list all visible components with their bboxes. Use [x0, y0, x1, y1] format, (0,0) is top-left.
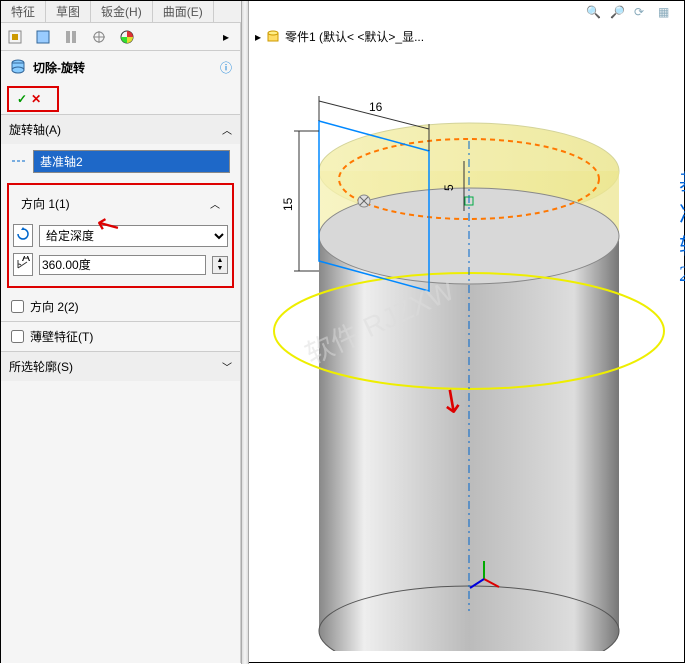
section-title-axis: 旋转轴(A)	[9, 121, 61, 138]
feature-header: 切除-旋转 ⓘ	[1, 51, 240, 84]
direction2-label: 方向 2(2)	[30, 298, 79, 315]
section-title-contour: 所选轮廓(S)	[9, 358, 73, 375]
panel-divider[interactable]	[241, 1, 249, 664]
angle-icon: A1	[13, 253, 33, 276]
part-icon	[265, 27, 281, 46]
tab-feature-tree-icon[interactable]	[5, 27, 25, 47]
section-header-axis[interactable]: 旋转轴(A) ︿	[1, 115, 240, 144]
expand-arrow-icon[interactable]: ▸	[216, 27, 236, 47]
dim-side: 15	[281, 197, 295, 211]
part-name: 零件1 (默认< <默认>_显...	[285, 28, 424, 45]
direction-type-select[interactable]: 给定深度	[39, 225, 228, 247]
section-contour: 所选轮廓(S) ﹀	[1, 351, 240, 381]
zoom-window-icon[interactable]: 🔎	[610, 5, 628, 23]
model-rendering: 16 15 5	[259, 71, 679, 651]
confirm-cancel-annotation: ✓ ✕	[7, 86, 59, 112]
cut-revolve-icon	[9, 57, 27, 78]
tab-feature[interactable]: 特征	[1, 1, 46, 22]
section-view-icon[interactable]: ▦	[658, 5, 676, 23]
graphics-viewport[interactable]: 🔍 🔎 ⟳ ▦ ▸ 零件1 (默认< <默认>_显...	[249, 1, 684, 662]
feature-tree-flyout[interactable]: ▸ 零件1 (默认< <默认>_显...	[255, 27, 424, 46]
axis-callout-label: 基准轴2	[679, 165, 685, 287]
section-header-contour[interactable]: 所选轮廓(S) ﹀	[1, 352, 240, 381]
thin-feature-checkbox[interactable]	[11, 330, 24, 343]
tab-surface[interactable]: 曲面(E)	[153, 1, 214, 22]
chevron-down-icon: ﹀	[222, 359, 232, 374]
zoom-fit-icon[interactable]: 🔍	[586, 5, 604, 23]
spinner-down-button[interactable]: ▼	[213, 265, 227, 273]
rotate-view-icon[interactable]: ⟳	[634, 5, 652, 23]
section-rotation-axis: 旋转轴(A) ︿ 基准轴2	[1, 114, 240, 179]
property-panel: ▸ 切除-旋转 ⓘ ✓ ✕ 旋转轴(A) ︿ 基准轴2 ↖ 方向 1(1) ︿	[1, 23, 241, 663]
direction2-row: 方向 2(2)	[1, 292, 240, 321]
help-icon[interactable]: ⓘ	[220, 59, 232, 76]
section-title-dir1: 方向 1(1)	[21, 195, 70, 212]
ribbon-tabs: 特征 草图 钣金(H) 曲面(E)	[1, 1, 241, 23]
angle-spinner: ▲ ▼	[212, 256, 228, 274]
rotation-axis-input[interactable]: 基准轴2	[33, 150, 230, 173]
chevron-up-icon: ︿	[222, 122, 232, 137]
dim-small: 5	[442, 184, 456, 191]
expand-tree-icon[interactable]: ▸	[255, 30, 261, 44]
panel-tab-toolbar: ▸	[1, 23, 240, 51]
tab-sheetmetal[interactable]: 钣金(H)	[91, 1, 153, 22]
tab-dimxpert-icon[interactable]	[89, 27, 109, 47]
spinner-up-button[interactable]: ▲	[213, 257, 227, 265]
tab-config-icon[interactable]	[61, 27, 81, 47]
direction2-checkbox[interactable]	[11, 300, 24, 313]
tab-appearance-icon[interactable]	[117, 27, 137, 47]
angle-input[interactable]	[39, 255, 206, 275]
section-header-dir1[interactable]: 方向 1(1) ︿	[13, 189, 228, 218]
cancel-button[interactable]: ✕	[31, 92, 41, 106]
axis-line-icon	[11, 155, 27, 169]
thin-feature-row: 薄壁特征(T)	[1, 321, 240, 351]
viewport-toolbar: 🔍 🔎 ⟳ ▦	[586, 5, 676, 23]
tab-sketch[interactable]: 草图	[46, 1, 91, 22]
svg-text:A1: A1	[22, 256, 30, 264]
dim-top: 16	[369, 100, 383, 114]
tab-property-icon[interactable]	[33, 27, 53, 47]
chevron-up-icon: ︿	[210, 196, 220, 211]
thin-feature-label: 薄壁特征(T)	[30, 328, 93, 345]
reverse-direction-icon[interactable]	[13, 224, 33, 247]
feature-title: 切除-旋转	[33, 59, 85, 76]
ok-button[interactable]: ✓	[17, 92, 27, 106]
